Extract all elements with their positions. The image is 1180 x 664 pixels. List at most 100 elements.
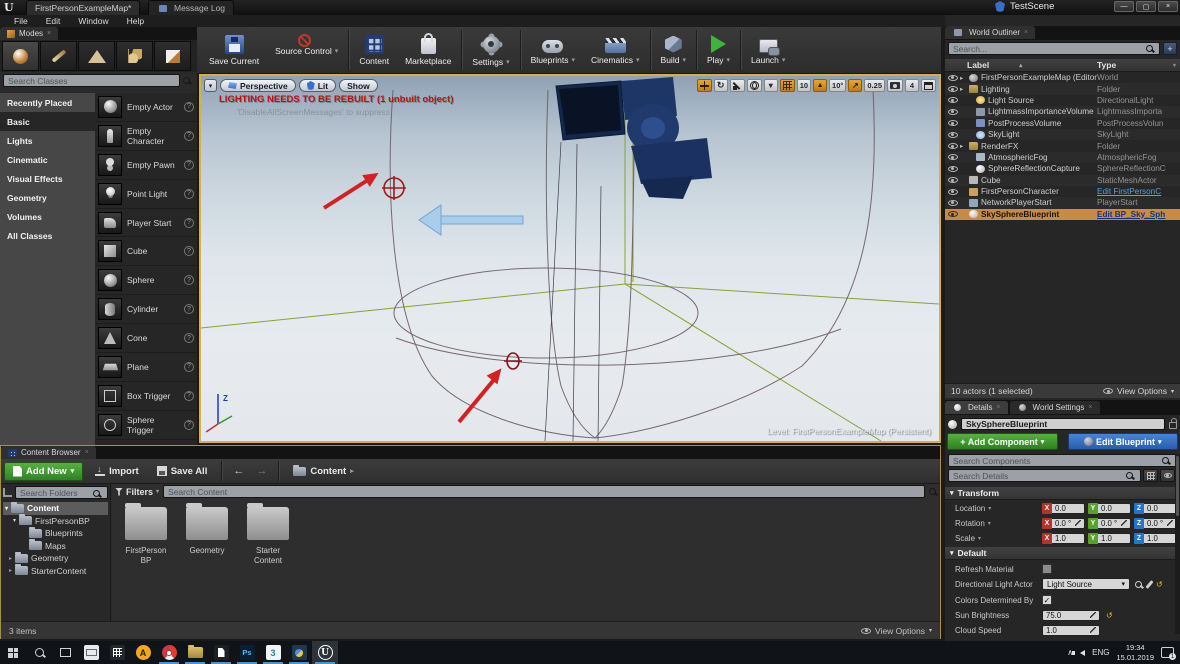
details-scrollbar[interactable] <box>1175 454 1180 634</box>
search-classes-input[interactable] <box>3 74 180 87</box>
visibility-eye-icon[interactable] <box>945 97 960 103</box>
close-icon[interactable] <box>996 404 1000 411</box>
outliner-row-selected[interactable]: SkySphereBlueprintEdit BP_Sky_Sph <box>945 209 1180 220</box>
add-new-button[interactable]: Add New <box>4 462 83 481</box>
modeling-app-button[interactable]: 3 <box>260 641 286 664</box>
scale-tool-button[interactable] <box>730 79 745 92</box>
sun-brightness-field[interactable]: 75.0 <box>1042 610 1100 621</box>
mode-geometry-button[interactable] <box>154 41 191 71</box>
tree-item-startercontent[interactable]: StarterContent <box>3 565 108 578</box>
tab-details[interactable]: Details <box>945 401 1008 414</box>
grid-snap-toggle[interactable] <box>780 79 795 92</box>
category-cinematic[interactable]: Cinematic <box>0 150 95 169</box>
viewport[interactable]: Z Perspective Lit Show 10 10° 0.25 4 LIG… <box>199 74 941 443</box>
transform-section-header[interactable]: Transform <box>945 487 1176 500</box>
search-components-input[interactable] <box>948 454 1177 467</box>
outliner-row[interactable]: NetworkPlayerStartPlayerStart <box>945 197 1180 208</box>
close-icon[interactable] <box>1088 404 1092 411</box>
menu-edit[interactable]: Edit <box>38 16 69 26</box>
edit-blueprint-button[interactable]: Edit Blueprint <box>1068 433 1179 450</box>
category-recently-placed[interactable]: Recently Placed <box>0 93 95 112</box>
dial-icon[interactable] <box>1167 520 1173 526</box>
outliner-view-options[interactable]: View Options <box>1103 386 1174 396</box>
asset-folder-geometry[interactable]: Geometry <box>181 507 233 566</box>
tab-world-outliner[interactable]: World Outliner <box>945 26 1035 39</box>
place-item[interactable]: Sphere? <box>95 266 197 295</box>
close-icon[interactable] <box>85 449 89 456</box>
help-icon[interactable]: ? <box>184 131 194 141</box>
location-y-field[interactable]: 0.0 <box>1098 503 1131 514</box>
source-control-button[interactable]: Source Control <box>267 42 346 58</box>
add-actor-button[interactable]: + <box>1163 42 1177 55</box>
visibility-eye-icon[interactable] <box>945 86 960 92</box>
camera-speed-button[interactable] <box>887 79 903 92</box>
directional-light-dropdown[interactable]: Light Source <box>1042 578 1130 590</box>
save-current-button[interactable]: Save Current <box>201 33 267 68</box>
notification-icon[interactable]: 1 <box>1161 647 1174 658</box>
place-item[interactable]: Empty Character? <box>95 122 197 151</box>
collapse-sources-icon[interactable] <box>3 488 12 497</box>
help-icon[interactable]: ? <box>184 275 194 285</box>
mode-foliage-button[interactable] <box>116 41 153 71</box>
search-content-input[interactable] <box>163 485 925 498</box>
place-item[interactable]: Cylinder? <box>95 295 197 324</box>
location-z-field[interactable]: 0.0 <box>1144 503 1177 514</box>
add-component-button[interactable]: + Add Component <box>947 433 1058 450</box>
column-type[interactable]: Type <box>1097 60 1116 70</box>
settings-button[interactable]: Settings <box>464 32 517 69</box>
outliner-row[interactable]: CubeStaticMeshActor <box>945 175 1180 186</box>
tab-map[interactable]: FirstPersonExampleMap* <box>26 0 140 15</box>
content-button[interactable]: Content <box>351 33 397 68</box>
notes-app-button[interactable] <box>208 641 234 664</box>
build-button[interactable]: Build <box>653 34 694 67</box>
expand-icon[interactable] <box>960 85 967 93</box>
lock-icon[interactable] <box>1169 422 1177 429</box>
outliner-row[interactable]: AtmosphericFogAtmosphericFog <box>945 152 1180 163</box>
category-volumes[interactable]: Volumes <box>0 207 95 226</box>
outliner-row[interactable]: RenderFXFolder <box>945 140 1180 151</box>
surface-snap-button[interactable] <box>764 79 778 92</box>
location-label[interactable]: Location <box>945 504 1042 513</box>
outliner-row[interactable]: SkyLightSkyLight <box>945 129 1180 140</box>
browse-icon[interactable] <box>1135 581 1142 588</box>
minimize-button[interactable]: — <box>1114 1 1134 12</box>
expand-icon[interactable] <box>960 142 967 150</box>
help-icon[interactable]: ? <box>184 189 194 199</box>
launch-button[interactable]: Launch <box>743 34 793 67</box>
edit-blueprint-link[interactable]: Edit FirstPersonC <box>1097 187 1180 196</box>
visibility-eye-icon[interactable] <box>945 120 960 126</box>
maximize-viewport-button[interactable] <box>921 79 936 92</box>
scale-label[interactable]: Scale <box>945 534 1042 543</box>
outliner-row[interactable]: PostProcessVolumePostProcessVolun <box>945 118 1180 129</box>
help-icon[interactable]: ? <box>184 391 194 401</box>
rotate-tool-button[interactable] <box>714 79 728 92</box>
cloud-speed-field[interactable]: 1.0 <box>1042 625 1100 636</box>
forward-button[interactable] <box>253 465 270 477</box>
browser-app-button[interactable] <box>156 641 182 664</box>
actor-name-field[interactable]: SkySphereBlueprint <box>961 418 1165 430</box>
back-button[interactable] <box>230 465 247 477</box>
outliner-row[interactable]: LightingFolder <box>945 83 1180 94</box>
rotation-y-field[interactable]: 0.0 ° <box>1098 518 1131 529</box>
perspective-button[interactable]: Perspective <box>220 79 296 92</box>
property-matrix-button[interactable] <box>1143 469 1158 482</box>
visibility-eye-icon[interactable] <box>945 189 960 195</box>
search-details-input[interactable] <box>948 469 1141 482</box>
help-icon[interactable]: ? <box>184 102 194 112</box>
display-filter-button[interactable] <box>1160 469 1175 482</box>
antivirus-app-button[interactable]: A <box>130 641 156 664</box>
filters-button[interactable]: Filters <box>115 487 159 497</box>
maximize-button[interactable]: ▢ <box>1136 1 1156 12</box>
place-item[interactable]: Box Trigger? <box>95 382 197 411</box>
help-icon[interactable]: ? <box>184 420 194 430</box>
sort-asc-icon[interactable] <box>1019 62 1022 69</box>
help-icon[interactable]: ? <box>184 362 194 372</box>
place-item[interactable]: Empty Pawn? <box>95 151 197 180</box>
place-item[interactable]: Player Start? <box>95 209 197 238</box>
place-item[interactable]: Point Light? <box>95 180 197 209</box>
tree-item-content[interactable]: Content <box>3 502 108 515</box>
translate-tool-button[interactable] <box>697 79 712 92</box>
lit-button[interactable]: Lit <box>299 79 336 92</box>
category-visual-effects[interactable]: Visual Effects <box>0 169 95 188</box>
outliner-row[interactable]: LightmassImportanceVolumeLightmassImport… <box>945 106 1180 117</box>
